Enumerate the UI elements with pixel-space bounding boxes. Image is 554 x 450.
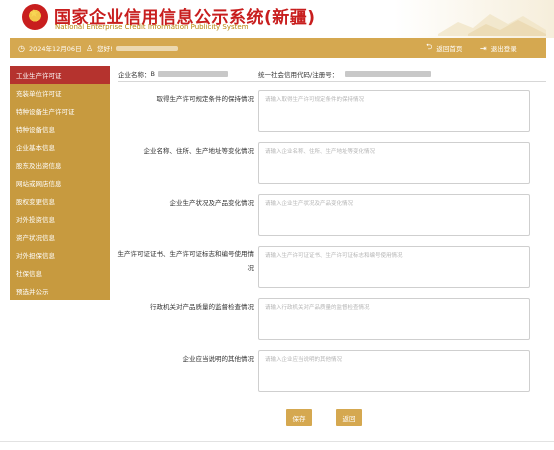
sidebar-item-label: 特种设备信息 — [16, 125, 55, 134]
save-button[interactable]: 保存 — [286, 409, 312, 426]
sidebar-item-label: 股东及出资信息 — [16, 161, 62, 170]
logout-link[interactable]: ⇥ 退出登录 — [480, 38, 517, 58]
field-label: 取得生产许可规定条件的保持情况 — [156, 95, 255, 103]
return-icon: ⮌ — [426, 42, 433, 51]
home-link[interactable]: ⮌ 返回首页 — [426, 38, 462, 58]
company-info-bar: 企业名称： B 统一社会信用代码/注册号： — [118, 66, 546, 82]
production-status-textarea[interactable] — [258, 194, 530, 236]
sidebar-item-investment[interactable]: 对外投资信息 — [10, 210, 110, 228]
logout-link-label: 退出登录 — [490, 45, 517, 53]
user-greeting: ♙ 您好! — [86, 38, 178, 58]
conditions-textarea[interactable] — [258, 90, 530, 132]
credit-code-label: 统一社会信用代码/注册号： — [258, 70, 339, 79]
sidebar-item-shareholders[interactable]: 股东及出资信息 — [10, 156, 110, 174]
site-header: 国家企业信用信息公示系统(新疆) National Enterprise Cre… — [0, 0, 554, 38]
name-address-change-textarea[interactable] — [258, 142, 530, 184]
user-icon: ♙ — [86, 43, 94, 53]
field-label: 企业应当说明的其他情况 — [182, 355, 255, 363]
field-label: 企业名称、住所、生产地址等变化情况 — [143, 147, 255, 155]
sidebar-item-label: 特种设备生产许可证 — [16, 107, 75, 116]
sidebar-item-label: 对外担保信息 — [16, 251, 55, 260]
sidebar-item-label: 社保信息 — [16, 269, 42, 278]
company-name-label: 企业名称： — [118, 70, 151, 79]
footer-divider — [0, 441, 554, 442]
clock-icon: ◷ — [18, 43, 25, 53]
field-label: 行政机关对产品质量的监督检查情况 — [150, 303, 254, 311]
sidebar-item-filling-license[interactable]: 充装单位许可证 — [10, 84, 110, 102]
greeting-text: 您好! — [97, 45, 113, 53]
redacted-company-name — [157, 70, 228, 77]
field-label: 企业生产状况及产品变化情况 — [169, 199, 255, 207]
sidebar-item-label: 企业基本信息 — [16, 143, 55, 152]
sidebar-item-equity-change[interactable]: 股权变更信息 — [10, 192, 110, 210]
date-display: ◷ 2024年12月06日 — [18, 38, 82, 58]
sidebar-item-label: 预选并公示 — [16, 287, 49, 296]
other-textarea[interactable] — [258, 350, 530, 392]
sidebar-item-label: 股权变更信息 — [16, 197, 55, 206]
sidebar-item-label: 网站或网店信息 — [16, 179, 62, 188]
sidebar-item-special-equipment-license[interactable]: 特种设备生产许可证 — [10, 102, 110, 120]
supervision-textarea[interactable] — [258, 298, 530, 340]
license-usage-textarea[interactable] — [258, 246, 530, 288]
top-bar: ◷ 2024年12月06日 ♙ 您好! ⮌ 返回首页 ⇥ 退出登录 — [10, 38, 546, 58]
sidebar-item-special-equipment-info[interactable]: 特种设备信息 — [10, 120, 110, 138]
sidebar-nav: 工业生产许可证 充装单位许可证 特种设备生产许可证 特种设备信息 企业基本信息 … — [10, 66, 110, 300]
sidebar-item-label: 充装单位许可证 — [16, 89, 62, 98]
date-text: 2024年12月06日 — [28, 45, 82, 53]
sidebar-item-assets[interactable]: 资产状况信息 — [10, 228, 110, 246]
sidebar-item-industrial-license[interactable]: 工业生产许可证 — [10, 66, 110, 84]
national-emblem-icon — [22, 4, 48, 30]
header-decoration — [394, 0, 554, 38]
sidebar-item-label: 对外投资信息 — [16, 215, 55, 224]
site-subtitle: National Enterprise Credit Information P… — [55, 23, 249, 31]
sidebar-item-website[interactable]: 网站或网店信息 — [10, 174, 110, 192]
home-link-label: 返回首页 — [436, 45, 463, 53]
sidebar-item-label: 资产状况信息 — [16, 233, 55, 242]
sidebar-item-label: 工业生产许可证 — [16, 71, 62, 80]
sidebar-item-social-security[interactable]: 社保信息 — [10, 264, 110, 282]
sidebar-item-basic-info[interactable]: 企业基本信息 — [10, 138, 110, 156]
sidebar-item-guarantee[interactable]: 对外担保信息 — [10, 246, 110, 264]
redacted-username — [115, 45, 178, 51]
back-button[interactable]: 返回 — [336, 409, 362, 426]
main-content: 企业名称： B 统一社会信用代码/注册号： 取得生产许可规定条件的保持情况 企业… — [118, 66, 546, 392]
field-label: 生产许可证证书、生产许可证标志和编号使用情况 — [117, 250, 255, 272]
redacted-credit-code — [345, 70, 431, 77]
logout-icon: ⇥ — [480, 43, 487, 53]
sidebar-item-preview-publish[interactable]: 预选并公示 — [10, 282, 110, 300]
company-name-prefix: B — [150, 69, 155, 78]
